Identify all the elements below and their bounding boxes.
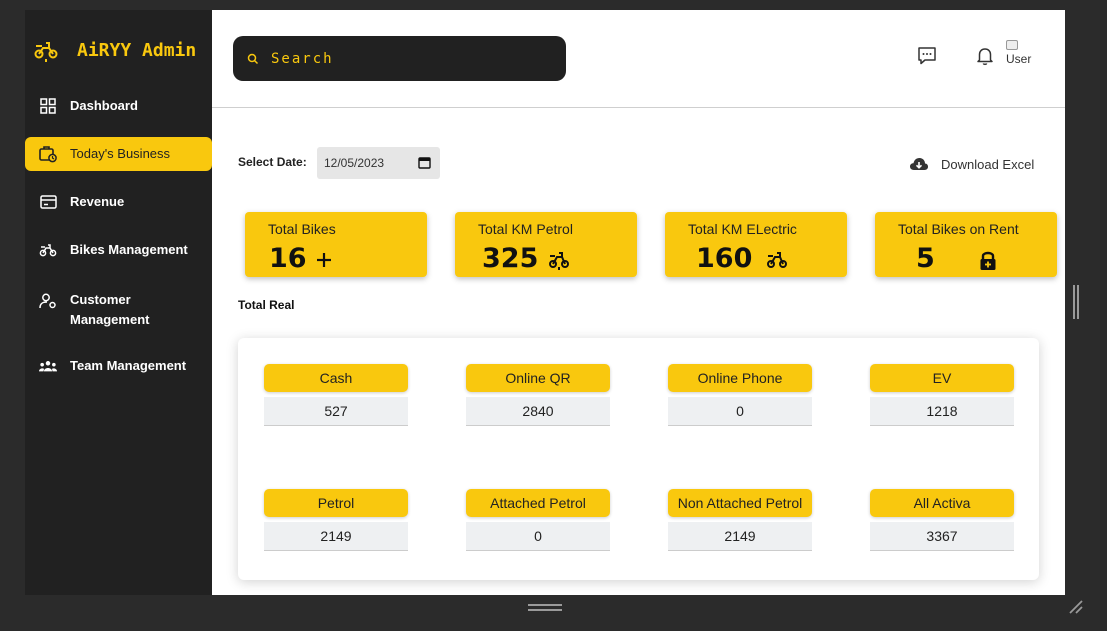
search-icon [247, 53, 259, 64]
metric-value: 527 [264, 397, 408, 426]
message-icon[interactable] [917, 46, 937, 66]
grid-icon [39, 97, 57, 115]
sidebar-item-label: Team Management [70, 358, 187, 373]
briefcase-clock-icon [39, 145, 57, 163]
metric-value: 1218 [870, 397, 1014, 426]
stat-label: Total KM ELectric [688, 221, 797, 237]
metric-ev: EV 1218 [870, 364, 1014, 426]
stat-value: 160 [696, 243, 753, 274]
team-icon [39, 357, 57, 375]
vertical-resize-handle[interactable] [1073, 285, 1079, 319]
metric-value: 2149 [668, 522, 812, 551]
sidebar-item-dashboard[interactable]: Dashboard [25, 89, 212, 123]
sidebar-item-customer-management[interactable]: Customer Management [25, 290, 212, 338]
scooter-logo-icon [34, 42, 58, 62]
metric-all-activa: All Activa 3367 [870, 489, 1014, 551]
stat-card-total-km-petrol: Total KM Petrol 325 [455, 212, 637, 277]
date-input[interactable]: 12/05/2023 [317, 147, 440, 179]
sidebar-item-revenue[interactable]: Revenue [25, 185, 212, 219]
download-excel-button[interactable]: Download Excel [909, 154, 1034, 174]
brand[interactable]: AiRYY Admin [33, 36, 213, 64]
sidebar-item-label: Today's Business [70, 146, 171, 161]
resize-corner-icon[interactable] [1068, 599, 1084, 615]
user-avatar-alt: User [1006, 52, 1032, 66]
brand-title: AiRYY Admin [77, 39, 197, 61]
bell-icon[interactable] [975, 46, 995, 66]
search-input[interactable] [271, 50, 551, 67]
sidebar: AiRYY Admin Dashboard Today's Business R… [25, 10, 212, 595]
metric-value: 2840 [466, 397, 610, 426]
metric-label: Online Phone [668, 364, 812, 392]
app-window: AiRYY Admin Dashboard Today's Business R… [25, 10, 1065, 595]
stat-value: 325 [482, 243, 539, 274]
lock-icon [980, 251, 996, 270]
metric-label: EV [870, 364, 1014, 392]
stat-value: 5 [916, 243, 935, 274]
metric-label: Cash [264, 364, 408, 392]
metric-label: Attached Petrol [466, 489, 610, 517]
sidebar-item-bikes-management[interactable]: Bikes Management [25, 233, 212, 267]
sidebar-item-label: Bikes Management [70, 242, 188, 257]
card-icon [39, 193, 57, 211]
download-excel-label: Download Excel [941, 156, 1035, 172]
user-avatar[interactable]: User [1006, 40, 1040, 76]
date-input-value: 12/05/2023 [324, 156, 385, 170]
broken-image-icon [1006, 40, 1018, 50]
stat-label: Total Bikes [268, 221, 336, 237]
metric-attached-petrol: Attached Petrol 0 [466, 489, 610, 551]
metric-value: 0 [668, 397, 812, 426]
metric-value: 3367 [870, 522, 1014, 551]
metric-label: All Activa [870, 489, 1014, 517]
sidebar-item-todays-business[interactable]: Today's Business [25, 137, 212, 171]
search-bar[interactable] [233, 36, 566, 81]
metric-online-phone: Online Phone 0 [668, 364, 812, 426]
stat-card-total-bikes-on-rent: Total Bikes on Rent 5 [875, 212, 1057, 277]
select-date-label: Select Date: [238, 155, 307, 169]
metric-cash: Cash 527 [264, 364, 408, 426]
stat-card-total-bikes: Total Bikes 16 [245, 212, 427, 277]
sidebar-item-label: Dashboard [70, 98, 138, 113]
total-real-panel: Cash 527 Online QR 2840 Online Phone 0 E… [238, 338, 1039, 580]
scooter-icon [549, 252, 569, 270]
stat-value: 16 [269, 243, 307, 274]
calendar-icon[interactable] [418, 156, 431, 169]
metric-value: 0 [466, 522, 610, 551]
metric-online-qr: Online QR 2840 [466, 364, 610, 426]
sidebar-item-label: Customer Management [70, 292, 150, 327]
stat-label: Total KM Petrol [478, 221, 573, 237]
stat-card-total-km-electric: Total KM ELectric 160 [665, 212, 847, 277]
metric-label: Non Attached Petrol [668, 489, 812, 517]
stat-label: Total Bikes on Rent [898, 221, 1019, 237]
sidebar-item-label: Revenue [70, 194, 125, 209]
scooter-icon [39, 241, 57, 259]
sidebar-item-team-management[interactable]: Team Management [25, 349, 212, 383]
horizontal-resize-handle[interactable] [528, 604, 562, 612]
metric-petrol: Petrol 2149 [264, 489, 408, 551]
metric-label: Petrol [264, 489, 408, 517]
plus-icon [317, 253, 331, 267]
cloud-download-icon [910, 158, 928, 170]
scooter-icon [767, 252, 787, 268]
user-settings-icon [39, 292, 57, 310]
metric-non-attached-petrol: Non Attached Petrol 2149 [668, 489, 812, 551]
top-header: User [212, 10, 1065, 108]
metric-value: 2149 [264, 522, 408, 551]
section-title-total-real: Total Real [238, 298, 295, 312]
metric-label: Online QR [466, 364, 610, 392]
